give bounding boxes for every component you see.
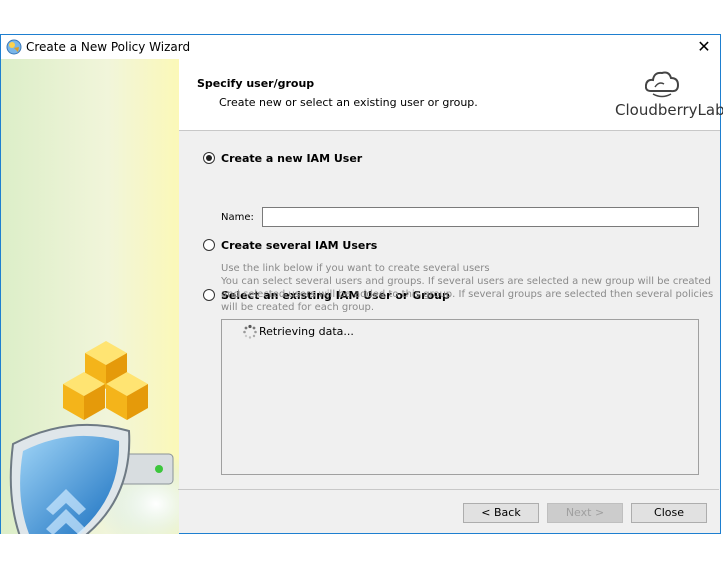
wizard-side-art <box>1 59 179 534</box>
radio-create-new-user[interactable] <box>203 152 215 164</box>
loading-spinner-icon <box>243 324 257 339</box>
option-label-create-several-users[interactable]: Create several IAM Users <box>221 239 377 252</box>
several-users-hint: Use the link below if you want to create… <box>221 263 490 274</box>
logo-text: CloudberryLab <box>615 101 723 119</box>
radio-create-several-users[interactable] <box>203 239 215 251</box>
close-window-icon[interactable]: ✕ <box>694 37 714 57</box>
footer-divider <box>178 489 719 490</box>
radio-select-existing[interactable] <box>203 289 215 301</box>
step-title: Specify user/group <box>197 77 315 90</box>
step-subtitle: Create new or select an existing user or… <box>219 96 478 109</box>
existing-hint-line-3: will be created for each group. <box>221 302 375 313</box>
next-button[interactable]: Next > <box>547 503 623 523</box>
title-bar: Create a New Policy Wizard ✕ <box>1 35 720 59</box>
option-label-create-new-user[interactable]: Create a new IAM User <box>221 152 362 165</box>
loading-text: Retrieving data... <box>259 325 354 338</box>
name-label: Name: <box>221 212 254 223</box>
wizard-app-icon <box>6 39 22 55</box>
existing-hint-line-2: and selected users will be added to this… <box>221 289 714 300</box>
cloudberry-logo: CloudberryLab <box>615 69 723 125</box>
name-input[interactable] <box>262 207 699 227</box>
wizard-header: Specify user/group Create new or select … <box>179 59 723 131</box>
close-button[interactable]: Close <box>631 503 707 523</box>
cloud-logo-icon <box>645 71 679 98</box>
window-title: Create a New Policy Wizard <box>26 40 191 54</box>
users-groups-list[interactable]: Retrieving data... <box>221 319 699 475</box>
back-button[interactable]: < Back <box>463 503 539 523</box>
existing-hint-line-1: You can select several users and groups.… <box>221 276 711 287</box>
